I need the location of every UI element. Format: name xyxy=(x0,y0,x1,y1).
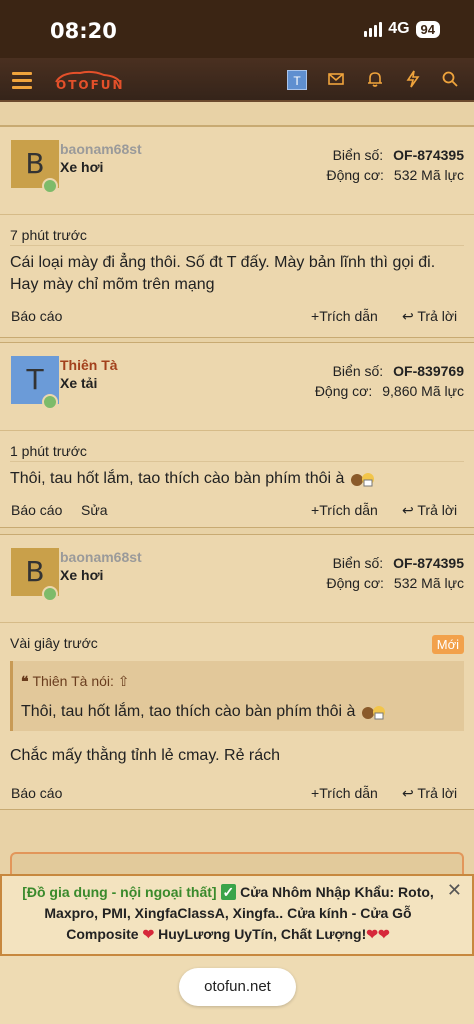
quote-label: Trích dẫn xyxy=(319,502,378,518)
battery-level: 94 xyxy=(415,20,440,38)
network-type: 4G xyxy=(388,20,410,37)
plus-icon: + xyxy=(311,308,320,324)
post-time[interactable]: 1 phút trước xyxy=(0,431,474,461)
post-time[interactable]: 7 phút trước xyxy=(0,215,474,245)
reply-label: Trả lời xyxy=(417,308,458,324)
report-link[interactable]: Báo cáo xyxy=(11,502,62,518)
bell-icon[interactable] xyxy=(366,70,386,90)
post-header: B baonam68st Xe hơi Biển số: OF-874395 Độ… xyxy=(0,535,474,623)
report-link[interactable]: Báo cáo xyxy=(11,308,62,324)
post-header: T Thiên Tà Xe tải Biển số: OF-839769 Động… xyxy=(0,343,474,431)
quote-author: Thiên Tà nói: xyxy=(32,673,114,689)
quote-button[interactable]: +Trích dẫn xyxy=(311,502,378,518)
post-time-row: Vài giây trước Mới xyxy=(0,623,474,654)
post: T Thiên Tà Xe tải Biển số: OF-839769 Động… xyxy=(0,342,474,528)
engine-value: 532 Mã lực xyxy=(393,575,464,591)
address-bar[interactable]: otofun.net xyxy=(179,968,296,1006)
engine-value: 532 Mã lực xyxy=(393,167,464,183)
plate-label: Biển số: xyxy=(332,555,384,571)
engine-value: 9,860 Mã lực xyxy=(382,383,464,399)
ad-banner[interactable]: ✕ [Đồ gia dụng - nội ngoại thất] ✓ Cửa N… xyxy=(0,874,474,956)
username[interactable]: baonam68st xyxy=(60,549,142,565)
plate-value: OF-874395 xyxy=(393,147,464,163)
post-actions: Báo cáo +Trích dẫn ↩ Trả lời xyxy=(0,296,474,336)
reply-label: Trả lời xyxy=(417,502,458,518)
previous-post-edge xyxy=(0,104,474,126)
quote-button[interactable]: +Trích dẫn xyxy=(311,785,378,801)
reply-button[interactable]: ↩ Trả lời xyxy=(402,502,457,519)
post-header: B baonam68st Xe hơi Biển số: OF-874395 Độ… xyxy=(0,127,474,215)
lightning-icon[interactable] xyxy=(404,70,424,90)
check-icon: ✓ xyxy=(220,884,237,900)
smiley-icon xyxy=(360,703,388,721)
status-time: 08:20 xyxy=(50,19,117,43)
signal-icon xyxy=(364,21,383,37)
post-body: Thôi, tau hốt lắm, tao thích cào bàn phí… xyxy=(0,462,474,490)
ad-category: [Đồ gia dụng - nội ngoại thất] xyxy=(22,884,217,900)
post-body-text: Thôi, tau hốt lắm, tao thích cào bàn phí… xyxy=(10,470,345,487)
reply-button[interactable]: ↩ Trả lời xyxy=(402,785,457,802)
quote-body: Thôi, tau hốt lắm, tao thích cào bàn phí… xyxy=(21,703,388,721)
post-body: Cái loại mày đi ẳng thôi. Số đt T đấy. M… xyxy=(10,254,436,293)
engine-label: Động cơ: xyxy=(326,167,384,183)
post-actions: Báo cáo Sửa +Trích dẫn ↩ Trả lời xyxy=(0,490,474,530)
online-status-icon xyxy=(42,178,58,194)
status-bar: 08:20 4G 94 xyxy=(0,0,474,58)
smiley-icon xyxy=(349,470,377,488)
online-status-icon xyxy=(42,394,58,410)
status-icons: 4G 94 xyxy=(364,20,440,38)
user-title: Xe hơi xyxy=(60,159,104,175)
site-logo[interactable]: OTOFUN xyxy=(52,68,124,92)
thread-content: B baonam68st Xe hơi Biển số: OF-874395 Độ… xyxy=(0,104,474,1024)
post: B baonam68st Xe hơi Biển số: OF-874395 Độ… xyxy=(0,126,474,338)
engine-label: Động cơ: xyxy=(314,383,373,399)
browser-bottom-bar: otofun.net xyxy=(0,956,474,1024)
heart-icon: ❤❤ xyxy=(366,926,390,942)
plate-label: Biển số: xyxy=(332,147,384,163)
plate-value: OF-839769 xyxy=(393,363,464,379)
reply-arrow-icon: ↩ xyxy=(402,308,418,324)
user-meta: Biển số: OF-874395 Động cơ: 532 Mã lực xyxy=(326,147,464,187)
plus-icon: + xyxy=(311,785,320,801)
post-time[interactable]: Vài giây trước xyxy=(10,635,98,651)
user-title: Xe tải xyxy=(60,375,98,391)
plus-icon: + xyxy=(311,502,320,518)
quote-button[interactable]: +Trích dẫn xyxy=(311,308,378,324)
inbox-icon[interactable] xyxy=(327,70,347,90)
quote-label: Trích dẫn xyxy=(319,785,378,801)
quote-mark-icon: ❝ xyxy=(21,673,33,689)
new-badge: Mới xyxy=(431,635,464,654)
menu-icon[interactable] xyxy=(12,72,32,92)
logo-text: OTOFUN xyxy=(56,78,125,92)
online-status-icon xyxy=(42,586,58,602)
username[interactable]: baonam68st xyxy=(60,141,142,157)
reply-arrow-icon: ↩ xyxy=(402,502,418,518)
reply-label: Trả lời xyxy=(417,785,458,801)
post-actions: Báo cáo +Trích dẫn ↩ Trả lời xyxy=(0,773,474,813)
user-meta: Biển số: OF-839769 Động cơ: 9,860 Mã lực xyxy=(315,363,464,403)
close-icon[interactable]: ✕ xyxy=(447,880,462,901)
user-meta: Biển số: OF-874395 Động cơ: 532 Mã lực xyxy=(326,555,464,595)
engine-label: Động cơ: xyxy=(326,575,384,591)
edit-link[interactable]: Sửa xyxy=(81,502,108,518)
report-link[interactable]: Báo cáo xyxy=(11,785,62,801)
reply-button[interactable]: ↩ Trả lời xyxy=(402,308,457,325)
post-body: Chắc mấy thằng tỉnh lẻ cmay. Rẻ rách xyxy=(10,747,281,764)
user-avatar-button[interactable]: T xyxy=(287,70,307,90)
top-navbar: OTOFUN T xyxy=(0,58,474,102)
quote-text: Thôi, tau hốt lắm, tao thích cào bàn phí… xyxy=(21,703,356,721)
quote-label: Trích dẫn xyxy=(319,308,378,324)
reply-arrow-icon: ↩ xyxy=(402,785,418,801)
heart-icon: ❤ xyxy=(142,926,155,942)
username[interactable]: Thiên Tà xyxy=(60,357,118,373)
quote-block: ❝ Thiên Tà nói: ⇧ Thôi, tau hốt lắm, tao… xyxy=(10,661,464,731)
jump-up-icon[interactable]: ⇧ xyxy=(118,673,130,689)
search-icon[interactable] xyxy=(441,70,461,90)
plate-label: Biển số: xyxy=(332,363,384,379)
user-title: Xe hơi xyxy=(60,567,104,583)
plate-value: OF-874395 xyxy=(393,555,464,571)
quote-header[interactable]: ❝ Thiên Tà nói: ⇧ xyxy=(21,673,130,690)
ad-text-2: HuyLương UyTín, Chất Lượng! xyxy=(158,926,367,942)
post: B baonam68st Xe hơi Biển số: OF-874395 Độ… xyxy=(0,534,474,810)
